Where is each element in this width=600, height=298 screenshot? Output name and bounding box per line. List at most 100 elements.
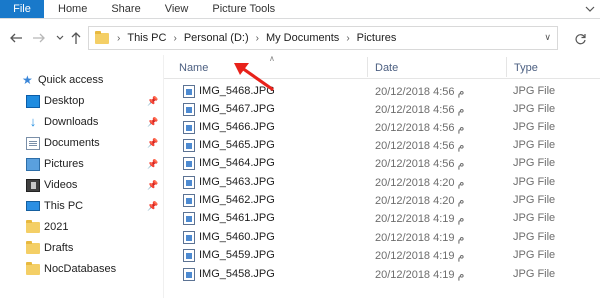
- folder-icon: [26, 241, 40, 254]
- sidebar-item-this-pc[interactable]: This PC 📌: [0, 196, 162, 217]
- file-name: IMG_5461.JPG: [199, 212, 275, 224]
- forward-arrow-icon: [33, 33, 45, 43]
- image-file-icon: [183, 103, 195, 116]
- breadcrumb-separator-icon[interactable]: ›: [173, 33, 176, 44]
- file-name: IMG_5462.JPG: [199, 194, 275, 206]
- file-name: IMG_5463.JPG: [199, 176, 275, 188]
- sidebar-item-2021[interactable]: 2021: [0, 217, 162, 238]
- expand-ribbon-button[interactable]: [580, 0, 600, 18]
- file-row[interactable]: IMG_5459.JPG 20/12/2018 4:19 م JPG File: [164, 246, 600, 264]
- tab-home[interactable]: Home: [44, 0, 99, 18]
- refresh-button[interactable]: [570, 29, 590, 49]
- sidebar-item-label: Documents: [44, 137, 100, 149]
- navigation-pane: ★ Quick access Desktop 📌 ↓ Downloads 📌 D…: [0, 55, 162, 298]
- column-header-date[interactable]: Date: [375, 62, 398, 74]
- image-file-icon: [183, 157, 195, 170]
- sidebar-item-videos[interactable]: Videos 📌: [0, 175, 162, 196]
- chevron-down-icon: [56, 35, 64, 40]
- breadcrumb-pictures[interactable]: Pictures: [357, 32, 397, 44]
- file-row[interactable]: IMG_5462.JPG 20/12/2018 4:20 م JPG File: [164, 191, 600, 209]
- breadcrumb-my-documents[interactable]: My Documents: [266, 32, 339, 44]
- sidebar-item-downloads[interactable]: ↓ Downloads 📌: [0, 112, 162, 133]
- file-name: IMG_5465.JPG: [199, 139, 275, 151]
- pin-icon[interactable]: 📌: [147, 180, 158, 191]
- breadcrumb-separator-icon[interactable]: ›: [346, 33, 349, 44]
- image-file-icon: [183, 231, 195, 244]
- file-date: 20/12/2018 4:19 م: [375, 213, 465, 225]
- folder-icon: [26, 220, 40, 233]
- breadcrumb-separator-icon[interactable]: ›: [117, 33, 120, 44]
- file-type: JPG File: [513, 249, 556, 261]
- pin-icon[interactable]: 📌: [147, 117, 158, 128]
- sidebar-item-desktop[interactable]: Desktop 📌: [0, 91, 162, 112]
- file-row[interactable]: IMG_5465.JPG 20/12/2018 4:56 م JPG File: [164, 136, 600, 154]
- file-row[interactable]: IMG_5467.JPG 20/12/2018 4:56 م JPG File: [164, 100, 600, 118]
- sidebar-item-label: Drafts: [44, 242, 74, 254]
- pin-icon[interactable]: 📌: [147, 159, 158, 170]
- videos-icon: [26, 179, 40, 192]
- up-arrow-icon: [71, 32, 81, 44]
- file-date: 20/12/2018 4:56 م: [375, 104, 465, 116]
- file-row[interactable]: IMG_5460.JPG 20/12/2018 4:19 م JPG File: [164, 228, 600, 246]
- sidebar-item-drafts[interactable]: Drafts: [0, 238, 162, 259]
- file-name: IMG_5460.JPG: [199, 231, 275, 243]
- image-file-icon: [183, 139, 195, 152]
- file-row[interactable]: IMG_5461.JPG 20/12/2018 4:19 م JPG File: [164, 209, 600, 227]
- file-name: IMG_5458.JPG: [199, 268, 275, 280]
- file-row[interactable]: IMG_5468.JPG 20/12/2018 4:56 م JPG File: [164, 82, 600, 100]
- image-file-icon: [183, 268, 195, 281]
- file-date: 20/12/2018 4:20 م: [375, 195, 465, 207]
- pin-icon[interactable]: 📌: [147, 138, 158, 149]
- file-tab[interactable]: File: [0, 0, 44, 18]
- breadcrumb-separator-icon[interactable]: ›: [256, 33, 259, 44]
- image-file-icon: [183, 212, 195, 225]
- image-file-icon: [183, 249, 195, 262]
- sidebar-item-quick-access[interactable]: ★ Quick access: [0, 70, 162, 91]
- column-resize-handle[interactable]: [367, 57, 368, 77]
- tab-picture-tools[interactable]: Picture Tools: [200, 0, 287, 18]
- column-resize-handle[interactable]: [506, 57, 507, 77]
- image-file-icon: [183, 121, 195, 134]
- address-bar[interactable]: › This PC › Personal (D:) › My Documents…: [88, 26, 558, 50]
- documents-icon: [26, 137, 40, 150]
- file-row[interactable]: IMG_5466.JPG 20/12/2018 4:56 م JPG File: [164, 118, 600, 136]
- sidebar-item-documents[interactable]: Documents 📌: [0, 133, 162, 154]
- tab-view[interactable]: View: [153, 0, 201, 18]
- address-dropdown-icon[interactable]: ∨: [544, 32, 551, 43]
- breadcrumb-this-pc[interactable]: This PC: [127, 32, 166, 44]
- file-row[interactable]: IMG_5458.JPG 20/12/2018 4:19 م JPG File: [164, 265, 600, 283]
- image-file-icon: [183, 176, 195, 189]
- file-type: JPG File: [513, 231, 556, 243]
- pin-icon[interactable]: 📌: [147, 201, 158, 212]
- file-type: JPG File: [513, 103, 556, 115]
- breadcrumb-personal-drive[interactable]: Personal (D:): [184, 32, 249, 44]
- back-arrow-icon: [10, 33, 22, 43]
- back-button[interactable]: [6, 28, 26, 48]
- sidebar-item-pictures[interactable]: Pictures 📌: [0, 154, 162, 175]
- file-row[interactable]: IMG_5464.JPG 20/12/2018 4:56 م JPG File: [164, 154, 600, 172]
- file-date: 20/12/2018 4:20 م: [375, 177, 465, 189]
- file-row[interactable]: IMG_5463.JPG 20/12/2018 4:20 م JPG File: [164, 173, 600, 191]
- tab-share[interactable]: Share: [99, 0, 152, 18]
- file-date: 20/12/2018 4:19 م: [375, 232, 465, 244]
- file-type: JPG File: [513, 121, 556, 133]
- sidebar-item-label: Downloads: [44, 116, 99, 128]
- sidebar-item-label: Desktop: [44, 95, 85, 107]
- up-button[interactable]: [66, 28, 86, 48]
- column-header-type[interactable]: Type: [514, 62, 538, 74]
- refresh-icon: [574, 33, 586, 44]
- image-file-icon: [183, 85, 195, 98]
- forward-button[interactable]: [29, 28, 49, 48]
- sidebar-item-label: Pictures: [44, 158, 84, 170]
- this-pc-icon: [26, 201, 40, 211]
- file-type: JPG File: [513, 139, 556, 151]
- downloads-icon: ↓: [29, 114, 37, 129]
- column-header-row: ∧ Name Date Type: [164, 54, 600, 79]
- file-date: 20/12/2018 4:56 م: [375, 122, 465, 134]
- file-date: 20/12/2018 4:56 م: [375, 158, 465, 170]
- sidebar-item-nocdatabases[interactable]: NocDatabases: [0, 259, 162, 280]
- file-name: IMG_5466.JPG: [199, 121, 275, 133]
- column-header-name[interactable]: Name: [179, 62, 208, 74]
- desktop-icon: [26, 95, 40, 108]
- pin-icon[interactable]: 📌: [147, 96, 158, 107]
